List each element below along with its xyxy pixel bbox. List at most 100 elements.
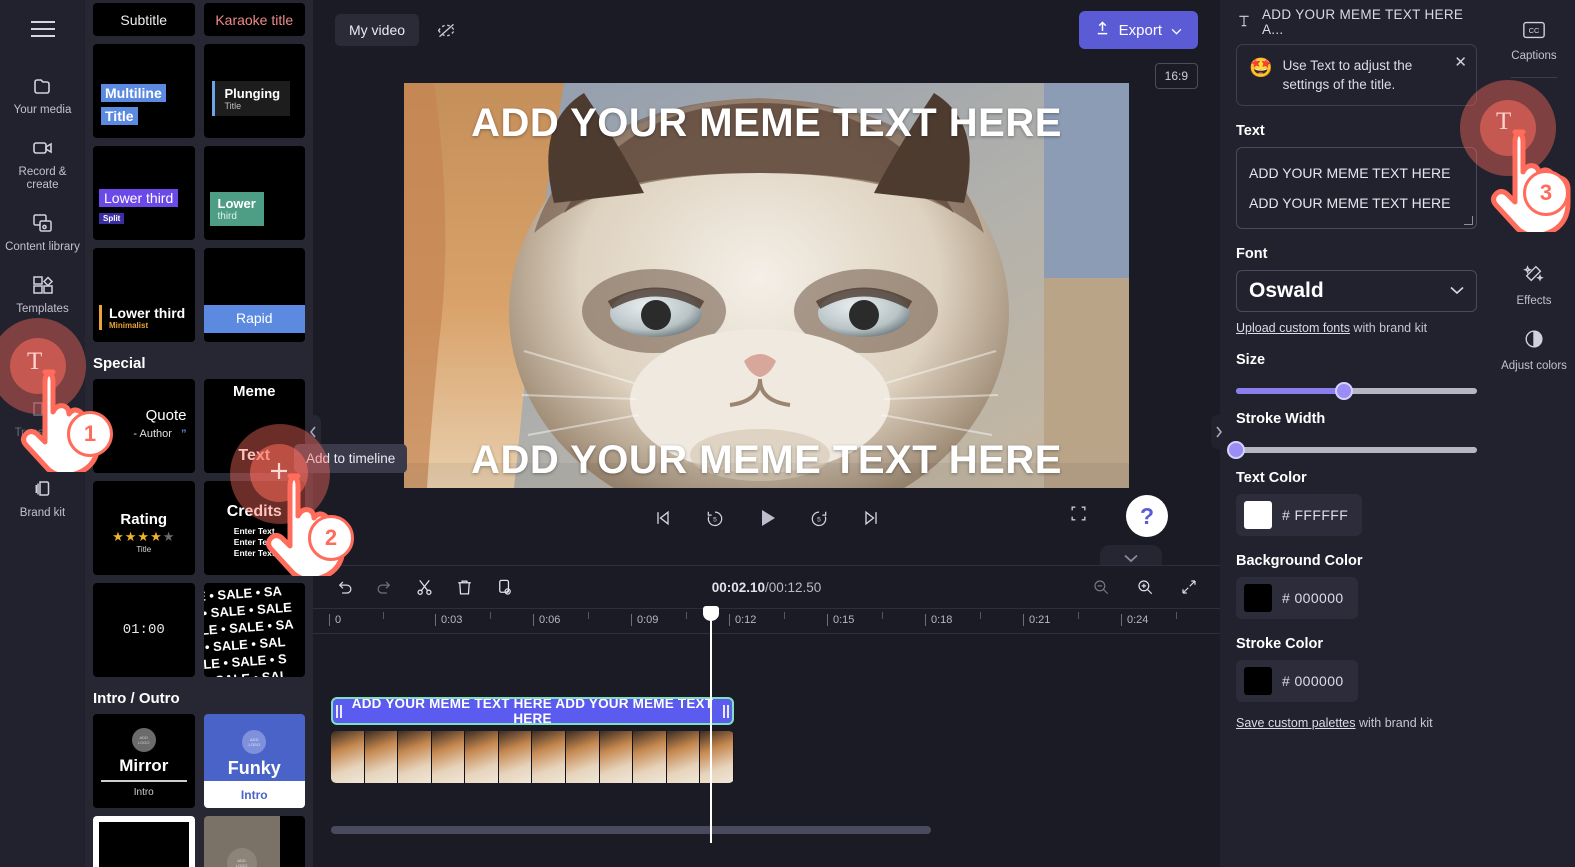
add-to-timeline-tooltip: Add to timeline: [294, 444, 408, 473]
upload-custom-fonts-link[interactable]: Upload custom fonts: [1236, 321, 1350, 335]
rewind-5-icon[interactable]: 5: [700, 503, 730, 533]
template-label: Mirror: [119, 756, 169, 775]
video-preview[interactable]: ADD YOUR MEME TEXT HERE ADD YOUR MEME TE…: [404, 83, 1129, 488]
template-card-funky[interactable]: ADD LOGO Funky Intro: [203, 714, 305, 808]
credits-line: Enter Text: [233, 537, 275, 547]
stroke-width-slider[interactable]: [1227, 441, 1477, 459]
sidebar-item-content-library[interactable]: Content library: [0, 201, 85, 263]
timeline-tracks: ADD YOUR MEME TEXT HERE ADD YOUR MEME TE…: [313, 661, 1220, 840]
text-input[interactable]: ADD YOUR MEME TEXT HERE ADD YOUR MEME TE…: [1236, 147, 1477, 229]
template-card-meme[interactable]: Meme Text: [203, 379, 305, 473]
template-label: Rating: [120, 511, 168, 528]
play-icon[interactable]: [752, 503, 782, 533]
template-card-clean[interactable]: Clean: [93, 816, 195, 867]
sidebar-item-record-create[interactable]: Record & create: [0, 126, 85, 201]
duplicate-icon[interactable]: [489, 572, 519, 602]
zoom-in-icon[interactable]: [1130, 572, 1160, 602]
skip-end-icon[interactable]: [856, 503, 886, 533]
section-header-special: Special: [93, 355, 146, 372]
eye-off-icon[interactable]: [431, 15, 461, 45]
hamburger-menu-icon[interactable]: [26, 12, 60, 46]
preview-stage: ADD YOUR MEME TEXT HERE ADD YOUR MEME TE…: [313, 83, 1220, 488]
clip-right-handle[interactable]: [720, 699, 732, 723]
video-camera-icon: [30, 135, 56, 161]
zoom-out-icon[interactable]: [1086, 572, 1116, 602]
ruler-tick: 0:15: [826, 614, 855, 626]
trash-icon[interactable]: [449, 572, 479, 602]
template-sublabel: Intro: [240, 787, 268, 802]
template-card-sale[interactable]: LE • SALE • SAE • SALE • SALEALE • SALE …: [203, 583, 305, 677]
close-icon[interactable]: ✕: [1454, 53, 1467, 71]
svg-text:CC: CC: [1529, 26, 1540, 35]
redo-icon[interactable]: [369, 572, 399, 602]
sidebar-label: Record & create: [18, 166, 67, 191]
sidebar-item-your-media[interactable]: Your media: [0, 64, 85, 126]
ruler-tick: 0:09: [630, 614, 659, 626]
template-card-subtitle[interactable]: Subtitle: [93, 3, 195, 36]
timeline-playhead[interactable]: [703, 606, 719, 843]
help-button[interactable]: ?: [1126, 495, 1168, 537]
template-card-lower-third-green[interactable]: Lower third: [203, 146, 305, 240]
right-sidebar-item-adjust-colors[interactable]: Adjust colors: [1493, 318, 1575, 383]
clip-thumbnail: [431, 731, 466, 783]
star-rating-icon: ★★★★★: [112, 529, 176, 544]
sidebar-item-templates[interactable]: Templates: [0, 263, 85, 325]
export-button[interactable]: Export: [1078, 11, 1198, 49]
template-card-lower-third-split[interactable]: Lower third Split: [93, 146, 195, 240]
clip-thumbnail: [364, 731, 399, 783]
templates-icon: [30, 272, 56, 298]
text-color-swatch[interactable]: [1244, 501, 1272, 529]
template-card-rating[interactable]: Rating ★★★★★ Title: [93, 481, 195, 575]
template-sublabel: Minimalist: [109, 321, 149, 330]
size-slider[interactable]: [1236, 382, 1477, 400]
size-slider-knob[interactable]: [1335, 382, 1354, 400]
right-sidebar-item-captions[interactable]: CC Captions: [1493, 10, 1575, 73]
preview-meme-text-top[interactable]: ADD YOUR MEME TEXT HERE: [404, 101, 1129, 146]
right-sidebar-item-effects[interactable]: Effects: [1493, 253, 1575, 318]
right-sidebar-label: Effects: [1516, 295, 1552, 307]
template-card-multiline[interactable]: Multiline Title: [93, 44, 195, 138]
template-card-karaoke-title[interactable]: Karaoke title: [203, 3, 305, 36]
background-color-picker[interactable]: # 000000: [1236, 577, 1358, 619]
fullscreen-icon[interactable]: [1069, 504, 1088, 528]
logo-placeholder-icon: ADD LOGO: [226, 848, 257, 867]
timeline-text-clip[interactable]: ADD YOUR MEME TEXT HERE ADD YOUR MEME TE…: [331, 697, 734, 725]
template-card-logo[interactable]: ADD LOGO: [203, 816, 305, 867]
expand-right-panel-button[interactable]: [1211, 415, 1227, 449]
undo-icon[interactable]: [329, 572, 359, 602]
template-card-timer[interactable]: 01:00: [93, 583, 195, 677]
clip-left-handle[interactable]: [333, 699, 345, 723]
template-card-credits[interactable]: Credits Enter Text Enter Text Enter Text: [203, 481, 305, 575]
template-sublabel: Title: [224, 101, 242, 111]
template-label: Plunging: [224, 86, 281, 101]
right-sidebar-label: Adjust colors: [1501, 360, 1567, 372]
font-select[interactable]: Oswald: [1236, 270, 1477, 312]
project-name-button[interactable]: My video: [335, 14, 420, 46]
background-color-swatch[interactable]: [1244, 584, 1272, 612]
size-label: Size: [1236, 352, 1266, 368]
save-custom-palettes-link[interactable]: Save custom palettes: [1236, 716, 1356, 730]
time-separator: /: [764, 579, 769, 595]
template-card-plunging[interactable]: Plunging Title: [203, 44, 305, 138]
text-color-picker[interactable]: # FFFFFF: [1236, 494, 1363, 536]
sidebar-item-transitions[interactable]: Transitions: [0, 387, 85, 449]
template-card-lower-third-minimalist[interactable]: Lower third Minimalist: [93, 248, 195, 342]
stroke-color-swatch[interactable]: [1244, 667, 1272, 695]
svg-text:5: 5: [713, 516, 717, 523]
template-card-quote[interactable]: Quote - Author ”: [93, 379, 195, 473]
template-label: Lower: [217, 196, 256, 211]
preview-meme-text-bottom[interactable]: ADD YOUR MEME TEXT HERE: [404, 438, 1129, 483]
template-card-mirror[interactable]: ADD LOGO Mirror Intro: [93, 714, 195, 808]
timeline-video-clip[interactable]: [331, 731, 734, 783]
sidebar-item-brand-kit[interactable]: Brand kit: [0, 467, 85, 529]
skip-start-icon[interactable]: [648, 503, 678, 533]
fit-to-screen-icon[interactable]: [1174, 572, 1204, 602]
template-card-rapid[interactable]: Rapid: [203, 248, 305, 342]
forward-5-icon[interactable]: 5: [804, 503, 834, 533]
stroke-color-picker[interactable]: # 000000: [1236, 660, 1358, 702]
timeline-ruler[interactable]: 0 0:03 0:06 0:09 0:12 0:15 0:18 0:21 0:2…: [313, 608, 1220, 634]
stroke-width-slider-knob[interactable]: [1227, 441, 1245, 459]
scissors-icon[interactable]: [409, 572, 439, 602]
effects-icon: [1523, 263, 1545, 290]
timeline-horizontal-scrollbar[interactable]: [331, 826, 931, 834]
